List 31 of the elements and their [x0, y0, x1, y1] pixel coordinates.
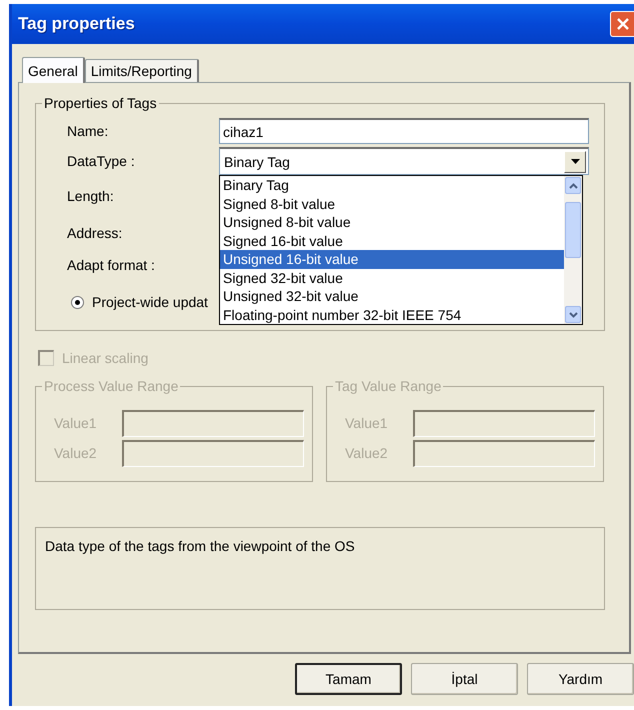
description-text: Data type of the tags from the viewpoint of the OS: [35, 527, 605, 610]
field-label: Name:: [67, 123, 110, 139]
field-label: Value1: [345, 415, 389, 431]
group-title: Properties of Tags: [43, 95, 158, 111]
caret-icon: [570, 159, 580, 164]
dropdown-option[interactable]: Unsigned 16-bit value: [220, 250, 564, 268]
radio-button[interactable]: [71, 296, 84, 308]
field-label: Address:: [67, 224, 124, 240]
name-field[interactable]: cihaz1: [219, 118, 589, 144]
dialog-button[interactable]: Tamam: [295, 663, 402, 695]
dropdown-option[interactable]: Signed 32-bit value: [220, 268, 564, 287]
field-label: Value2: [54, 445, 98, 461]
window-title: Tag properties: [18, 14, 135, 34]
field-label: Value2: [345, 445, 389, 461]
field-label: Length:: [67, 188, 115, 204]
group-title: Process Value Range: [43, 378, 180, 394]
checkbox-label: Linear scaling: [62, 350, 148, 366]
group-title: Tag Value Range: [334, 378, 442, 394]
scrollbar-thumb[interactable]: [565, 202, 581, 258]
data-type-dropdown[interactable]: Binary Tag: [219, 147, 589, 175]
tab[interactable]: Limits/Reporting: [84, 59, 199, 82]
dialog-button[interactable]: Yardım: [527, 663, 634, 695]
field-label: DataType :: [67, 153, 136, 169]
radio-label: Project-wide updat: [92, 294, 208, 310]
dialog-button[interactable]: İptal: [411, 663, 518, 695]
field-label: Value1: [54, 415, 98, 431]
scrollbar[interactable]: [564, 176, 582, 324]
close-button[interactable]: [610, 11, 634, 37]
field-label: Adapt format :: [67, 257, 156, 273]
tab[interactable]: General: [22, 57, 85, 83]
close-icon: [616, 17, 630, 31]
